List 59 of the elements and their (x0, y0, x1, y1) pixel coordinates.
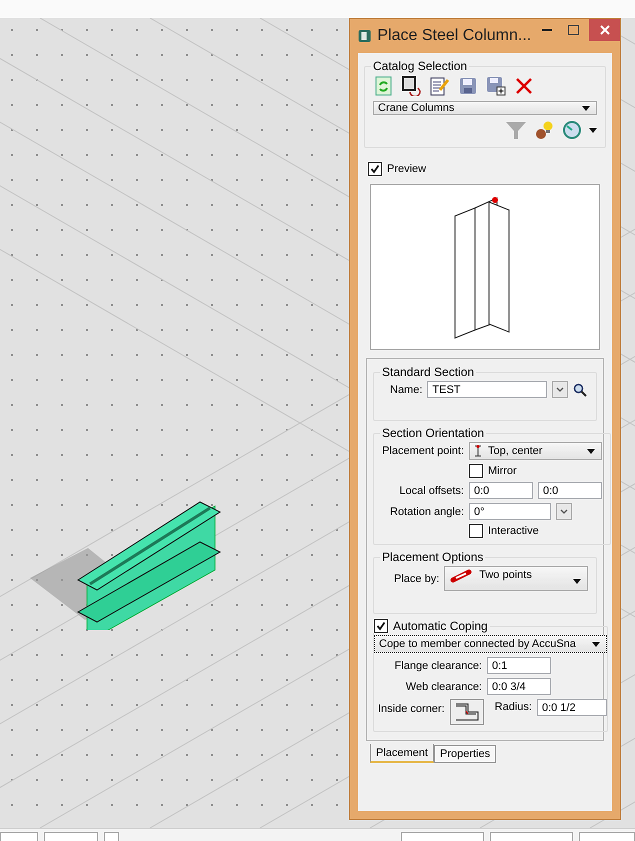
placement-point-dropdown[interactable]: Top, center (469, 442, 602, 460)
checkbox-label: Automatic Coping (393, 619, 488, 633)
web-clearance-field[interactable]: 0:0 3/4 (487, 678, 551, 695)
radius-field[interactable]: 0:0 1/2 (536, 699, 607, 716)
field-label: Web clearance: (404, 680, 482, 692)
two-points-icon (449, 569, 474, 583)
corner-icon (454, 702, 480, 722)
save-icon[interactable] (457, 75, 479, 97)
chevron-icon (560, 508, 568, 514)
save-as-icon[interactable] (485, 75, 507, 97)
name-field[interactable]: TEST (427, 381, 548, 398)
chevron-icon (556, 386, 564, 392)
offset-field[interactable]: 0:0 (538, 482, 602, 499)
caret-icon (589, 128, 597, 132)
caret-icon (582, 106, 590, 110)
dropdown-button[interactable] (556, 503, 572, 520)
inside-corner-button[interactable] (450, 699, 484, 725)
place-by-dropdown[interactable]: Two points (444, 566, 588, 591)
document-arrow-icon[interactable] (401, 75, 423, 97)
field-label: Inside corner: (378, 703, 445, 715)
checkbox-label: Mirror (488, 465, 517, 477)
edit-document-icon[interactable] (429, 75, 451, 97)
field-label: Place by: (394, 572, 440, 584)
group-title: Section Orientation (381, 426, 486, 440)
group-title: Placement Options (381, 550, 484, 564)
palette-bulb-icon[interactable] (533, 119, 555, 141)
field-label: Placement point: (381, 445, 464, 457)
coping-method-dropdown[interactable]: Cope to member connected by AccuSna (374, 635, 607, 653)
checkbox[interactable] (368, 162, 382, 176)
minimize-icon (542, 29, 552, 31)
search-icon[interactable] (573, 382, 588, 396)
i-section-icon (474, 445, 482, 457)
group-title: Standard Section (381, 365, 476, 379)
group-title: Catalog Selection (372, 59, 468, 73)
field-label: Local offsets: (398, 484, 464, 496)
caret-icon (573, 579, 581, 584)
window-title: Place Steel Column... (377, 27, 532, 45)
tab[interactable]: Properties (434, 745, 496, 763)
rotation-angle-field[interactable]: 0° (469, 503, 551, 520)
maximize-icon (568, 25, 579, 35)
flange-clearance-field[interactable]: 0:1 (487, 657, 551, 674)
catalog-dropdown[interactable]: Crane Columns (373, 101, 597, 115)
checkbox-label: Interactive (488, 525, 539, 537)
close-button[interactable] (589, 19, 620, 41)
checkbox[interactable] (469, 464, 483, 478)
caret-icon (587, 448, 595, 454)
field-label: Rotation angle: (389, 506, 464, 518)
caret-icon (592, 642, 600, 646)
close-icon (600, 25, 610, 35)
dropdown-button[interactable] (552, 381, 568, 398)
checkbox-label: Preview (387, 163, 426, 175)
checkbox[interactable] (374, 619, 388, 633)
checkbox[interactable] (469, 524, 483, 538)
field-label: Name: (390, 384, 422, 396)
offset-field[interactable]: 0:0 (469, 482, 533, 499)
field-label: Radius: (494, 701, 532, 713)
gauge-icon[interactable] (561, 119, 583, 141)
tab[interactable]: Placement (370, 744, 434, 763)
field-label: Flange clearance: (394, 660, 482, 672)
